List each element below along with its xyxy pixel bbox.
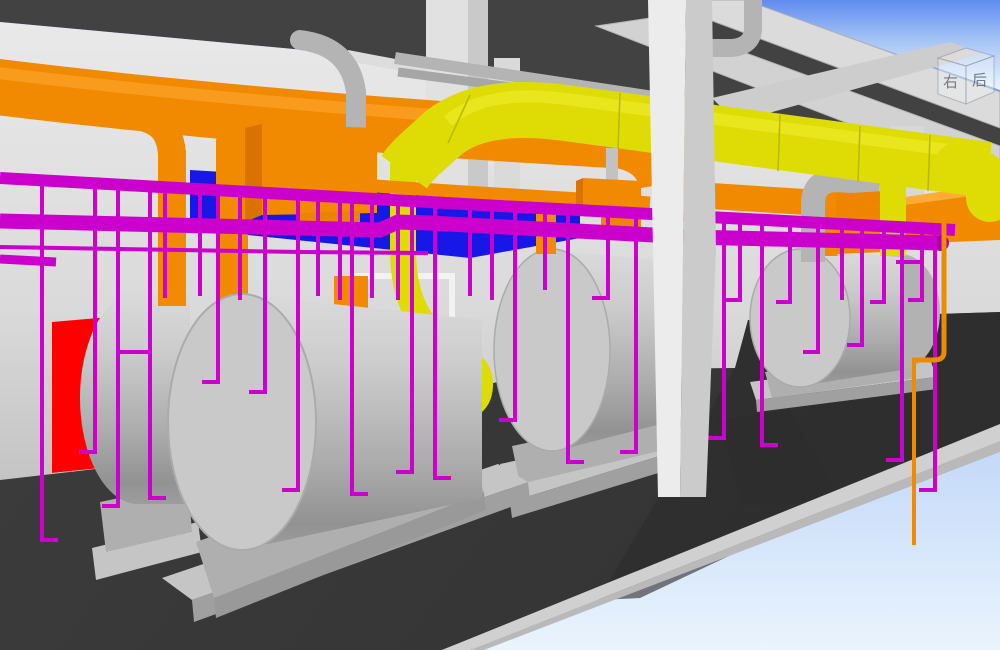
foreground-column[interactable]: [648, 0, 716, 497]
magenta-stub-left: [0, 259, 56, 262]
viewcube-back-label[interactable]: 后: [972, 71, 987, 89]
scene-render: [0, 0, 1000, 650]
viewcube[interactable]: 右 后: [930, 42, 1000, 118]
viewcube-right-label[interactable]: 右: [943, 73, 958, 91]
tank-right[interactable]: [750, 249, 940, 412]
tank-b-cap[interactable]: [168, 294, 316, 550]
ahu-box-left-face: [245, 124, 262, 222]
tank-d-cap[interactable]: [750, 249, 850, 387]
3d-model-viewport[interactable]: 右 后: [0, 0, 1000, 650]
